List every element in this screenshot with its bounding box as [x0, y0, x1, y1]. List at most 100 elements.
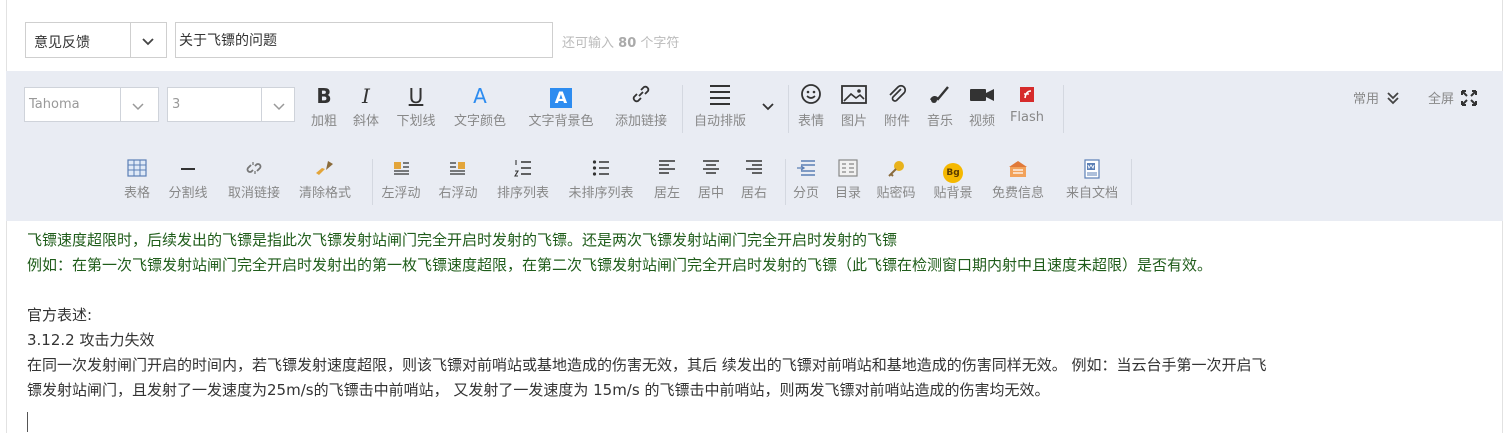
- emoji-button[interactable]: 表情: [793, 83, 829, 129]
- table-icon: [119, 159, 155, 181]
- unordered-list-button[interactable]: 未排序列表: [563, 159, 639, 201]
- ordered-list-icon: [491, 159, 555, 181]
- flash-label: Flash: [1009, 110, 1045, 125]
- flash-button[interactable]: Flash: [1007, 83, 1047, 125]
- unlink-button[interactable]: 取消链接: [222, 159, 286, 201]
- post-header: 意见反馈 还可输入 80 个字符: [0, 0, 1505, 71]
- align-right-icon: [736, 159, 772, 181]
- auto-layout-icon: [688, 83, 752, 109]
- catalog-label: 目录: [834, 186, 861, 201]
- italic-label: 斜体: [352, 114, 379, 129]
- background-badge-icon: Bg: [929, 159, 977, 183]
- unlink-icon: [222, 159, 286, 181]
- music-icon: [922, 83, 958, 109]
- toolbar-separator: [785, 159, 786, 205]
- chevron-down-icon[interactable]: [140, 33, 156, 49]
- float-right-button[interactable]: 右浮动: [434, 159, 482, 201]
- free-info-button[interactable]: 免费信息: [986, 159, 1050, 201]
- hint-count: 80: [618, 36, 637, 51]
- toolbar-separator: [1131, 159, 1132, 205]
- paste-password-label: 贴密码: [876, 186, 916, 201]
- text-background-button[interactable]: A 文字背景色: [521, 83, 601, 129]
- page-break-icon: [788, 159, 824, 181]
- music-button[interactable]: 音乐: [922, 83, 958, 129]
- table-button[interactable]: 表格: [119, 159, 155, 201]
- add-link-label: 添加链接: [614, 114, 667, 129]
- align-center-button[interactable]: 居中: [693, 159, 729, 201]
- paperclip-icon: [879, 83, 915, 109]
- clear-format-label: 清除格式: [298, 186, 351, 201]
- align-right-button[interactable]: 居右: [736, 159, 772, 201]
- common-toggle[interactable]: 常用: [1353, 88, 1401, 107]
- video-button[interactable]: 视频: [964, 83, 1000, 129]
- float-left-button[interactable]: 左浮动: [377, 159, 425, 201]
- page-break-button[interactable]: 分页: [788, 159, 824, 201]
- clear-format-button[interactable]: 清除格式: [293, 159, 357, 201]
- char-count-hint: 还可输入 80 个字符: [562, 32, 679, 51]
- float-left-label: 左浮动: [381, 186, 421, 201]
- content-line: 3.12.2 攻击力失效: [27, 331, 155, 349]
- hint-suffix: 个字符: [640, 36, 680, 51]
- double-chevron-down-icon: [1387, 92, 1399, 105]
- float-right-label: 右浮动: [438, 186, 478, 201]
- divider-line-icon: [163, 159, 213, 181]
- text-color-button[interactable]: A 文字颜色: [449, 83, 511, 129]
- category-value: 意见反馈: [34, 35, 90, 51]
- paste-background-label: 贴背景: [933, 186, 973, 201]
- unordered-list-label: 未排序列表: [568, 186, 634, 201]
- editor-content[interactable]: 飞镖速度超限时，后续发出的飞镖是指此次飞镖发射站闸门完全开启时发射的飞镖。还是两…: [27, 228, 1487, 403]
- chevron-down-icon[interactable]: [760, 98, 776, 114]
- from-document-button[interactable]: 来自文档: [1060, 159, 1124, 201]
- music-label: 音乐: [926, 114, 953, 129]
- align-center-label: 居中: [697, 186, 724, 201]
- common-label: 常用: [1353, 92, 1380, 107]
- category-select[interactable]: 意见反馈: [25, 22, 167, 58]
- ordered-list-button[interactable]: 排序列表: [491, 159, 555, 201]
- underline-label: 下划线: [396, 114, 436, 129]
- fullscreen-toggle[interactable]: 全屏: [1428, 88, 1478, 107]
- clear-format-icon: [293, 159, 357, 181]
- align-left-icon: [649, 159, 685, 181]
- category-divider: [130, 23, 131, 57]
- catalog-button[interactable]: 目录: [830, 159, 866, 201]
- float-right-icon: [434, 159, 482, 181]
- fullscreen-label: 全屏: [1428, 92, 1455, 107]
- video-icon: [964, 83, 1000, 109]
- image-icon: [836, 83, 872, 109]
- font-size-select[interactable]: 3: [167, 87, 295, 122]
- attachment-button[interactable]: 附件: [879, 83, 915, 129]
- free-info-icon: [986, 159, 1050, 181]
- align-right-label: 居右: [740, 186, 767, 201]
- link-icon: [609, 83, 673, 109]
- content-line: 例如：在第一次飞镖发射站闸门完全开启时发射出的第一枚飞镖速度超限，在第二次飞镖发…: [27, 256, 1213, 274]
- word-document-icon: [1060, 159, 1124, 181]
- font-size-value: 3: [172, 97, 181, 112]
- align-left-button[interactable]: 居左: [649, 159, 685, 201]
- add-link-button[interactable]: 添加链接: [609, 83, 673, 129]
- from-document-label: 来自文档: [1065, 186, 1118, 201]
- paste-password-button[interactable]: 贴密码: [872, 159, 920, 201]
- flash-icon: [1007, 83, 1047, 109]
- catalog-icon: [830, 159, 866, 181]
- content-line: 官方表述:: [27, 306, 93, 324]
- font-size-divider: [261, 88, 262, 121]
- image-button[interactable]: 图片: [836, 83, 872, 129]
- emoji-label: 表情: [797, 114, 824, 129]
- editor-toolbar: Tahoma 3 B 加粗 I 斜体 U 下划线 A 文字颜色 A 文字背景色: [6, 71, 1503, 221]
- chevron-down-icon[interactable]: [271, 98, 287, 114]
- content-line: 飞镖速度超限时，后续发出的飞镖是指此次飞镖发射站闸门完全开启时发射的飞镖。还是两…: [27, 231, 898, 249]
- bold-icon: B: [316, 84, 332, 108]
- align-left-label: 居左: [653, 186, 680, 201]
- auto-layout-button[interactable]: 自动排版: [688, 83, 752, 129]
- toolbar-separator: [372, 159, 373, 205]
- italic-icon: I: [362, 84, 370, 108]
- bold-button[interactable]: B 加粗: [306, 83, 342, 129]
- chevron-down-icon[interactable]: [130, 98, 146, 114]
- divider-line-button[interactable]: 分割线: [163, 159, 213, 201]
- underline-button[interactable]: U 下划线: [392, 83, 440, 129]
- italic-button[interactable]: I 斜体: [348, 83, 384, 129]
- font-family-select[interactable]: Tahoma: [24, 87, 159, 122]
- title-input[interactable]: [175, 22, 553, 58]
- paste-background-button[interactable]: Bg 贴背景: [929, 159, 977, 201]
